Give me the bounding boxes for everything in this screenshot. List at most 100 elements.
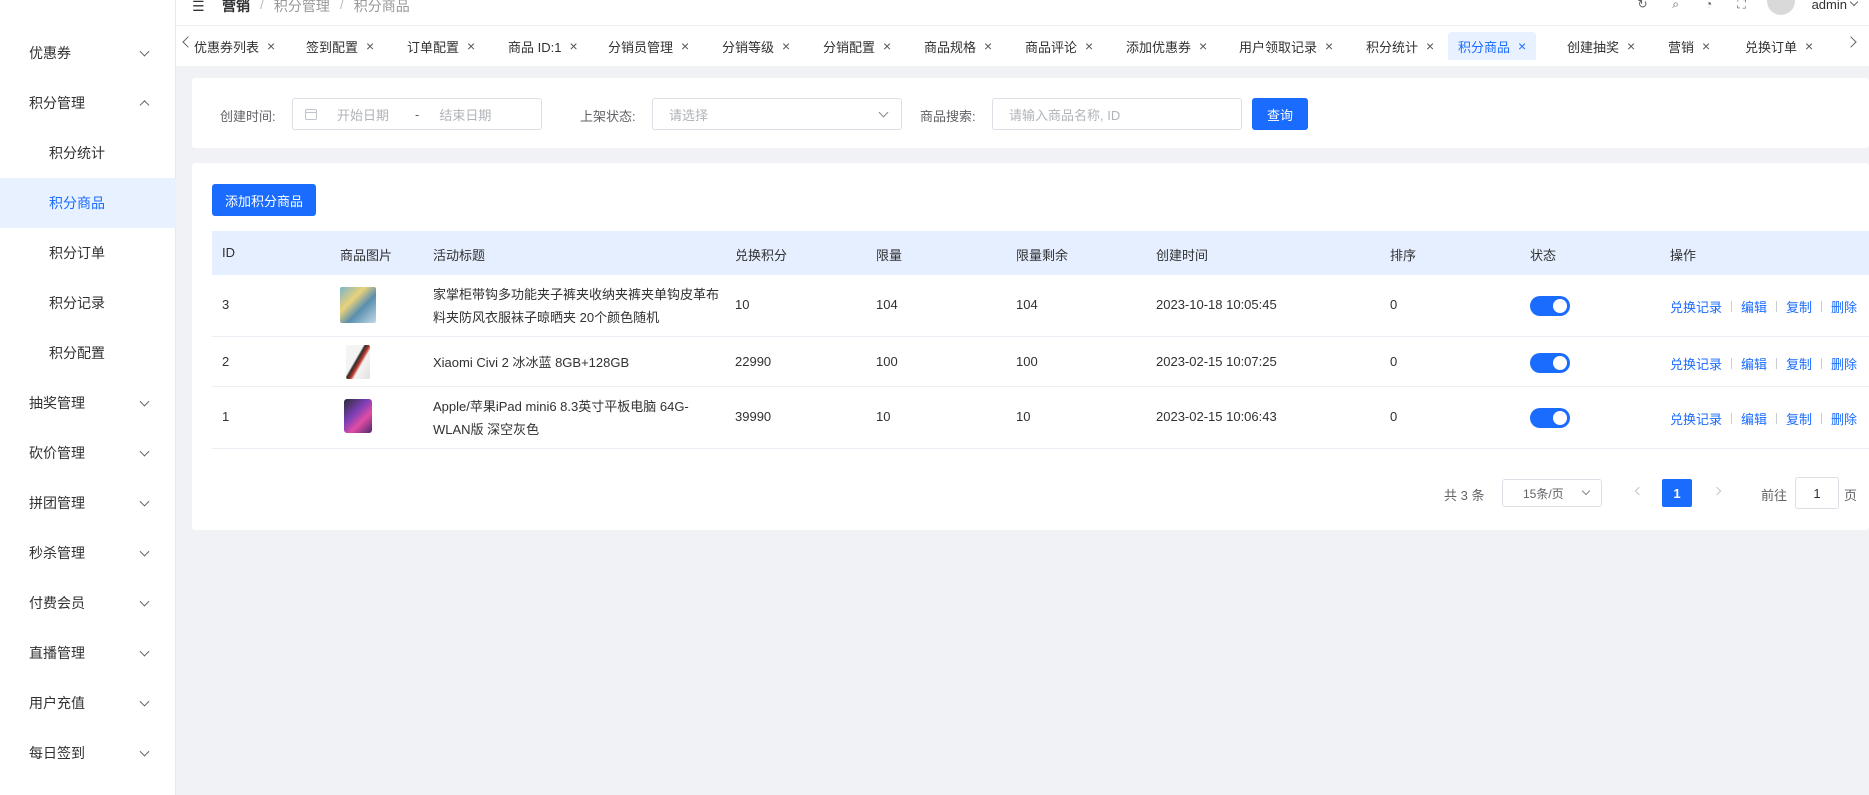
page-number-current[interactable]: 1 [1662,479,1692,507]
sidebar-item-paid-membership[interactable]: 付费会员 [0,578,176,628]
sidebar-item-bargain[interactable]: 砍价管理 [0,428,176,478]
tab-label: 营销 [1668,39,1695,55]
sidebar-item-group-buy[interactable]: 拼团管理 [0,478,176,528]
fullscreen-icon[interactable]: ⛶ [1734,0,1750,12]
delete-link[interactable]: 删除 [1831,354,1857,373]
sidebar-item-label: 优惠券 [29,45,71,61]
status-toggle[interactable] [1530,296,1570,316]
column-header-image: 商品图片 [340,248,393,263]
close-icon[interactable]: × [1518,38,1526,54]
product-search-input[interactable]: 请输入商品名称, ID [992,98,1242,130]
tab-label: 商品规格 [924,39,977,55]
exchange-records-link[interactable]: 兑换记录 [1670,409,1722,428]
bell-icon[interactable]: ◔ [1701,0,1717,12]
tab-product-spec[interactable]: 商品规格 × [914,32,1002,60]
edit-link[interactable]: 编辑 [1741,297,1767,316]
close-icon[interactable]: × [366,38,374,54]
tab-product-id[interactable]: 商品 ID:1 × [498,32,588,60]
close-icon[interactable]: × [782,38,790,54]
column-header-title: 活动标题 [433,248,486,263]
status-toggle[interactable] [1530,353,1570,373]
search-icon[interactable]: ⌕ [1668,0,1684,12]
status-toggle[interactable] [1530,408,1570,428]
column-header-actions: 操作 [1670,248,1697,263]
close-icon[interactable]: × [984,38,992,54]
copy-link[interactable]: 复制 [1786,297,1812,316]
tab-add-coupon[interactable]: 添加优惠券 × [1116,32,1217,60]
avatar[interactable] [1766,0,1795,15]
sidebar-item-label: 抽奖管理 [29,395,85,411]
tab-points-stats[interactable]: 积分统计 × [1356,32,1444,60]
close-icon[interactable]: × [267,38,275,54]
tab-distributor-management[interactable]: 分销员管理 × [598,32,699,60]
tab-distribution-config[interactable]: 分销配置 × [813,32,901,60]
close-icon[interactable]: × [883,38,891,54]
close-icon[interactable]: × [681,38,689,54]
sidebar-item-daily-checkin[interactable]: 每日签到 [0,728,176,778]
tab-signin-config[interactable]: 签到配置 × [296,32,384,60]
close-icon[interactable]: × [569,38,577,54]
tab-product-review[interactable]: 商品评论 × [1015,32,1103,60]
exchange-records-link[interactable]: 兑换记录 [1670,354,1722,373]
tabs-scroll-right-icon[interactable] [1845,36,1857,48]
copy-link[interactable]: 复制 [1786,409,1812,428]
sidebar-item-points-records[interactable]: 积分记录 [0,278,176,328]
sidebar-item-points-management[interactable]: 积分管理 [0,78,176,128]
sidebar-item-recharge[interactable]: 用户充值 [0,678,176,728]
next-page-icon[interactable] [1712,486,1722,496]
tab-exchange-orders[interactable]: 兑换订单 × [1735,32,1823,60]
menu-fold-icon[interactable]: ☰ [192,0,205,15]
sidebar-item-live[interactable]: 直播管理 [0,628,176,678]
exchange-records-link[interactable]: 兑换记录 [1670,297,1722,316]
sidebar-item-points-orders[interactable]: 积分订单 [0,228,176,278]
close-icon[interactable]: × [1426,38,1434,54]
cell-id: 3 [222,297,230,312]
tab-user-claim-records[interactable]: 用户领取记录 × [1229,32,1343,60]
tab-marketing[interactable]: 营销 × [1658,32,1720,60]
close-icon[interactable]: × [1805,38,1813,54]
chevron-down-icon [139,696,150,707]
breadcrumb-item[interactable]: 营销 [222,0,250,16]
sidebar-item-coupons[interactable]: 优惠券 [0,28,176,78]
tab-label: 商品 ID:1 [508,39,562,55]
sidebar-item-points-config[interactable]: 积分配置 [0,328,176,378]
cell-title: Xiaomi Civi 2 冰冰蓝 8GB+128GB [433,355,630,370]
add-points-product-button[interactable]: 添加积分商品 [212,184,316,216]
prev-page-icon[interactable] [1634,486,1644,496]
sidebar-item-points-stats[interactable]: 积分统计 [0,128,176,178]
tab-points-products[interactable]: 积分商品 × [1448,32,1537,60]
sidebar-item-flash-sale[interactable]: 秒杀管理 [0,528,176,578]
tab-label: 添加优惠券 [1126,39,1192,55]
close-icon[interactable]: × [1702,38,1710,54]
edit-link[interactable]: 编辑 [1741,409,1767,428]
status-select[interactable]: 请选择 [652,98,902,130]
tab-distribution-level[interactable]: 分销等级 × [712,32,800,60]
tab-order-config[interactable]: 订单配置 × [397,32,485,60]
sidebar-item-lottery[interactable]: 抽奖管理 [0,378,176,428]
tab-create-lottery[interactable]: 创建抽奖 × [1557,32,1645,60]
close-icon[interactable]: × [1325,38,1333,54]
close-icon[interactable]: × [1085,38,1093,54]
close-icon[interactable]: × [1199,38,1207,54]
product-thumbnail [346,345,370,379]
divider [1776,301,1778,312]
tab-coupon-list[interactable]: 优惠券列表 × [184,32,285,60]
goto-page-input[interactable]: 1 [1795,477,1839,509]
column-header-created: 创建时间 [1156,248,1209,263]
delete-link[interactable]: 删除 [1831,409,1857,428]
sidebar-item-label: 用户充值 [29,695,85,711]
sidebar-item-points-products[interactable]: 积分商品 [0,178,176,228]
page-size-select[interactable]: 15条/页 [1502,479,1602,507]
chevron-down-icon [139,496,150,507]
close-icon[interactable]: × [1627,38,1635,54]
delete-link[interactable]: 删除 [1831,297,1857,316]
refresh-icon[interactable]: ↻ [1635,0,1651,12]
edit-link[interactable]: 编辑 [1741,354,1767,373]
query-button[interactable]: 查询 [1252,98,1308,130]
close-icon[interactable]: × [467,38,475,54]
date-range-picker[interactable]: 开始日期 - 结束日期 [292,98,542,130]
breadcrumb-item[interactable]: 积分管理 [274,0,330,16]
header-actions: ↻ ⌕ ◔ ⛶ admin [1635,0,1869,15]
copy-link[interactable]: 复制 [1786,354,1812,373]
user-menu[interactable]: admin [1812,0,1859,12]
